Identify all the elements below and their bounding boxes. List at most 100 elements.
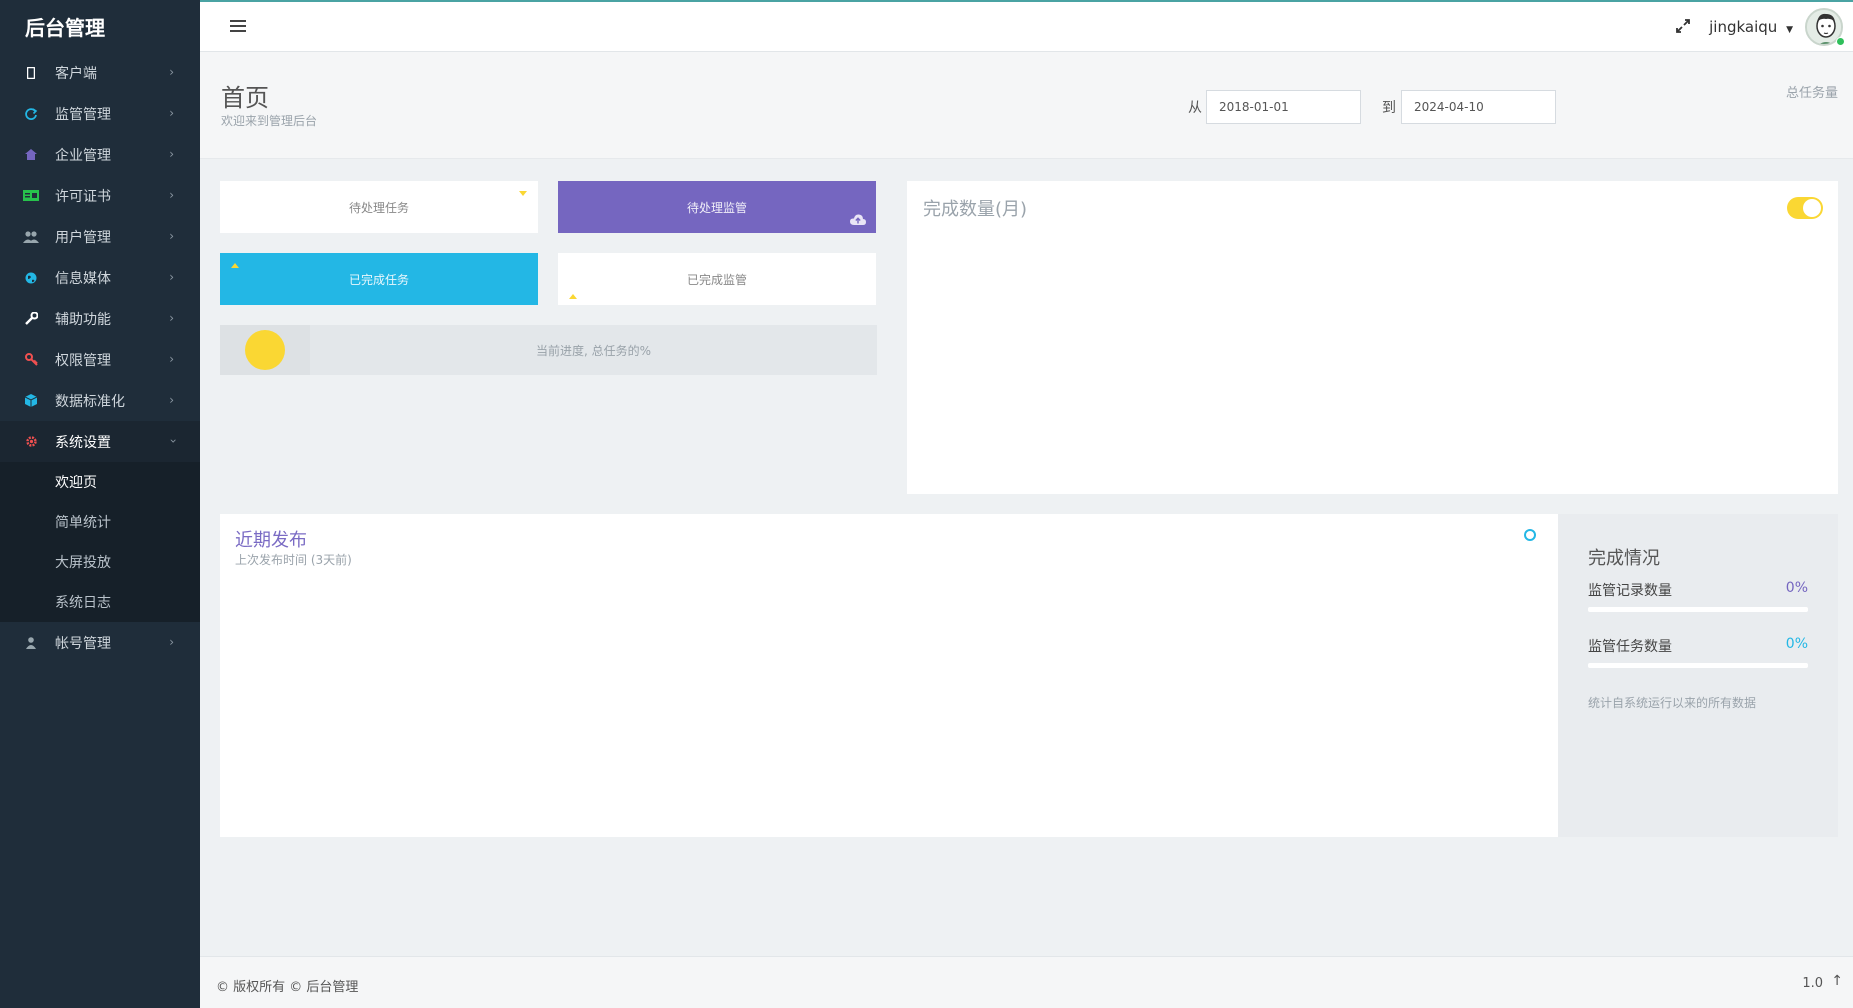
sidebar-item-label: 信息媒体 xyxy=(55,270,111,287)
chevron-right-icon: › xyxy=(169,188,174,202)
version-text: 1.0 xyxy=(1802,976,1823,991)
sidebar-item-label: 数据标准化 xyxy=(55,393,125,410)
sidebar: 后台管理 客户端 › 监管管理 › 企业管理 › 许可证书 › 用户管理 › 信… xyxy=(0,0,200,1008)
recent-title: 近期发布 xyxy=(235,530,307,551)
stats-title: 完成情况 xyxy=(1588,548,1660,569)
menu-toggle-icon[interactable] xyxy=(230,20,246,34)
sidebar-item-label: 许可证书 xyxy=(55,188,111,205)
stat-value: 0% xyxy=(1785,580,1808,596)
chevron-right-icon: › xyxy=(169,147,174,161)
cube-icon xyxy=(23,393,39,409)
online-status-dot xyxy=(1836,37,1845,46)
stat-progress-bar xyxy=(1588,607,1808,612)
submenu-system-settings: 欢迎页 简单统计 大屏投放 系统日志 xyxy=(0,462,200,622)
chart-title: 完成数量(月) xyxy=(923,199,1028,220)
completion-stats-panel: 完成情况 监管记录数量 0% 监管任务数量 0% 统计自系统运行以来的所有数据 xyxy=(1558,514,1838,837)
sidebar-item-data-standardization[interactable]: 数据标准化 › xyxy=(0,380,200,421)
to-date-input[interactable]: 2024-04-10 xyxy=(1401,90,1556,124)
globe-icon xyxy=(23,270,39,286)
sidebar-item-enterprise[interactable]: 企业管理 › xyxy=(0,134,200,175)
sidebar-item-label: 企业管理 xyxy=(55,147,111,164)
sidebar-item-label: 用户管理 xyxy=(55,229,111,246)
caret-down-icon: ▼ xyxy=(1786,25,1793,35)
footer: © 版权所有 © 后台管理 1.0 ↑ xyxy=(200,956,1853,1008)
tile-label: 待处理监管 xyxy=(686,200,747,215)
page-subtitle: 欢迎来到管理后台 xyxy=(221,114,318,128)
chevron-right-icon: › xyxy=(169,352,174,366)
stat-value: 0% xyxy=(1785,636,1808,652)
page-title: 首页 xyxy=(221,84,269,112)
home-icon xyxy=(23,147,39,163)
sidebar-item-label: 帐号管理 xyxy=(55,635,111,652)
chevron-right-icon: › xyxy=(169,635,174,649)
sidebar-item-label: 监管管理 xyxy=(55,106,111,123)
chart-toggle-switch[interactable] xyxy=(1787,197,1823,219)
top-header: jingkaiqu ▼ xyxy=(200,0,1853,52)
sidebar-item-users[interactable]: 用户管理 › xyxy=(0,216,200,257)
submenu-item-welcome[interactable]: 欢迎页 xyxy=(0,462,200,502)
total-tasks-label: 总任务量 xyxy=(1785,86,1838,101)
recent-releases-panel: 近期发布 上次发布时间 (3天前) xyxy=(220,514,1558,837)
key-icon xyxy=(23,352,39,368)
brand-title: 后台管理 xyxy=(0,0,200,52)
tile-pending-supervision[interactable]: 待处理监管 xyxy=(558,181,876,233)
fullscreen-icon[interactable] xyxy=(1675,18,1693,36)
tile-label: 已完成监管 xyxy=(686,272,747,287)
tile-label: 待处理任务 xyxy=(348,200,409,215)
progress-text: 当前进度, 总任务的% xyxy=(535,344,652,358)
username-text: jingkaiqu xyxy=(1709,18,1778,36)
cloud-upload-icon xyxy=(850,214,866,228)
gear-icon xyxy=(23,434,39,450)
from-date-input[interactable]: 2018-01-01 xyxy=(1206,90,1361,124)
sidebar-item-license[interactable]: 许可证书 › xyxy=(0,175,200,216)
tile-completed-tasks[interactable]: 已完成任务 xyxy=(220,253,538,305)
from-label: 从 xyxy=(1188,100,1202,116)
chevron-right-icon: › xyxy=(169,65,174,79)
caret-down-icon xyxy=(519,191,527,196)
arrow-up-icon[interactable]: ↑ xyxy=(1831,973,1843,989)
progress-circle xyxy=(245,330,285,370)
submenu-item-big-screen[interactable]: 大屏投放 xyxy=(0,542,200,582)
sidebar-item-auxiliary[interactable]: 辅助功能 › xyxy=(0,298,200,339)
sidebar-item-media[interactable]: 信息媒体 › xyxy=(0,257,200,298)
user-icon xyxy=(23,635,39,651)
mobile-icon xyxy=(23,65,39,81)
user-menu[interactable]: jingkaiqu ▼ xyxy=(1709,18,1793,36)
sidebar-item-permissions[interactable]: 权限管理 › xyxy=(0,339,200,380)
circle-icon[interactable] xyxy=(1524,529,1536,541)
stat-label: 监管记录数量 xyxy=(1588,583,1672,599)
chevron-right-icon: › xyxy=(169,270,174,284)
tile-label: 已完成任务 xyxy=(348,272,409,287)
sidebar-item-label: 权限管理 xyxy=(55,352,111,369)
stat-label: 监管任务数量 xyxy=(1588,639,1672,655)
caret-up-icon xyxy=(569,294,577,299)
toggle-knob xyxy=(1803,199,1821,217)
monthly-completion-panel: 完成数量(月) xyxy=(907,181,1838,494)
stat-row-supervision-records: 监管记录数量 0% xyxy=(1588,580,1808,612)
sidebar-item-supervision[interactable]: 监管管理 › xyxy=(0,93,200,134)
refresh-icon xyxy=(23,106,39,122)
chevron-down-icon: › xyxy=(166,438,181,444)
stat-row-supervision-tasks: 监管任务数量 0% xyxy=(1588,636,1808,668)
recent-subtitle: 上次发布时间 (3天前) xyxy=(235,553,352,567)
tile-pending-tasks[interactable]: 待处理任务 xyxy=(220,181,538,233)
stat-progress-bar xyxy=(1588,663,1808,668)
submenu-item-system-log[interactable]: 系统日志 xyxy=(0,582,200,622)
caret-up-icon xyxy=(231,263,239,268)
users-icon xyxy=(23,229,39,245)
sidebar-item-account[interactable]: 帐号管理 › xyxy=(0,622,200,663)
progress-row: 当前进度, 总任务的% xyxy=(220,325,877,375)
chevron-right-icon: › xyxy=(169,311,174,325)
chevron-right-icon: › xyxy=(169,393,174,407)
page-header: 首页 欢迎来到管理后台 从 2018-01-01 到 2024-04-10 总任… xyxy=(200,52,1853,159)
wrench-icon xyxy=(23,311,39,327)
to-label: 到 xyxy=(1382,100,1396,116)
chevron-right-icon: › xyxy=(169,106,174,120)
tile-completed-supervision[interactable]: 已完成监管 xyxy=(558,253,876,305)
submenu-item-simple-stats[interactable]: 简单统计 xyxy=(0,502,200,542)
sidebar-item-label: 客户端 xyxy=(55,65,97,82)
copyright-text: © 版权所有 © 后台管理 xyxy=(216,980,359,995)
sidebar-item-client[interactable]: 客户端 › xyxy=(0,52,200,93)
sidebar-item-system-settings[interactable]: 系统设置 › xyxy=(0,421,200,462)
certificate-icon xyxy=(23,188,39,204)
